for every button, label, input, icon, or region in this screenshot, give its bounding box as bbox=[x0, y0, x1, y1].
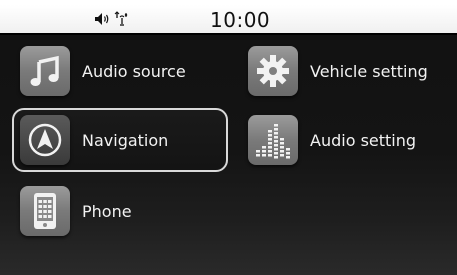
phone-keypad-icon bbox=[27, 191, 63, 231]
vehicle-setting-tile bbox=[248, 46, 298, 96]
navigation-tile bbox=[20, 115, 70, 165]
audio-source-label: Audio source bbox=[82, 61, 186, 81]
vehicle-setting-label: Vehicle setting bbox=[310, 61, 428, 81]
music-note-icon bbox=[27, 53, 63, 89]
menu-item-audio-source[interactable]: Audio source bbox=[20, 46, 186, 96]
home-screen: 10:00 Audio source Vehicle setting Navig… bbox=[0, 0, 457, 275]
menu-item-vehicle-setting[interactable]: Vehicle setting bbox=[248, 46, 428, 96]
audio-setting-label: Audio setting bbox=[310, 130, 417, 150]
menu-item-phone[interactable]: Phone bbox=[20, 186, 132, 236]
phone-tile bbox=[20, 186, 70, 236]
status-bar: 10:00 bbox=[0, 5, 457, 35]
audio-setting-tile bbox=[248, 115, 298, 165]
menu-item-audio-setting[interactable]: Audio setting bbox=[248, 115, 416, 165]
compass-arrow-icon bbox=[26, 121, 64, 159]
navigation-label: Navigation bbox=[82, 130, 169, 150]
audio-source-tile bbox=[20, 46, 70, 96]
phone-label: Phone bbox=[82, 201, 132, 221]
speaker-icon bbox=[94, 12, 112, 26]
clock-time: 10:00 bbox=[210, 8, 271, 32]
equalizer-icon bbox=[253, 120, 293, 160]
menu-item-navigation[interactable]: Navigation bbox=[20, 115, 168, 165]
gear-icon bbox=[254, 52, 292, 90]
bluetooth-phone-icon bbox=[114, 11, 130, 27]
status-icons bbox=[94, 11, 130, 27]
